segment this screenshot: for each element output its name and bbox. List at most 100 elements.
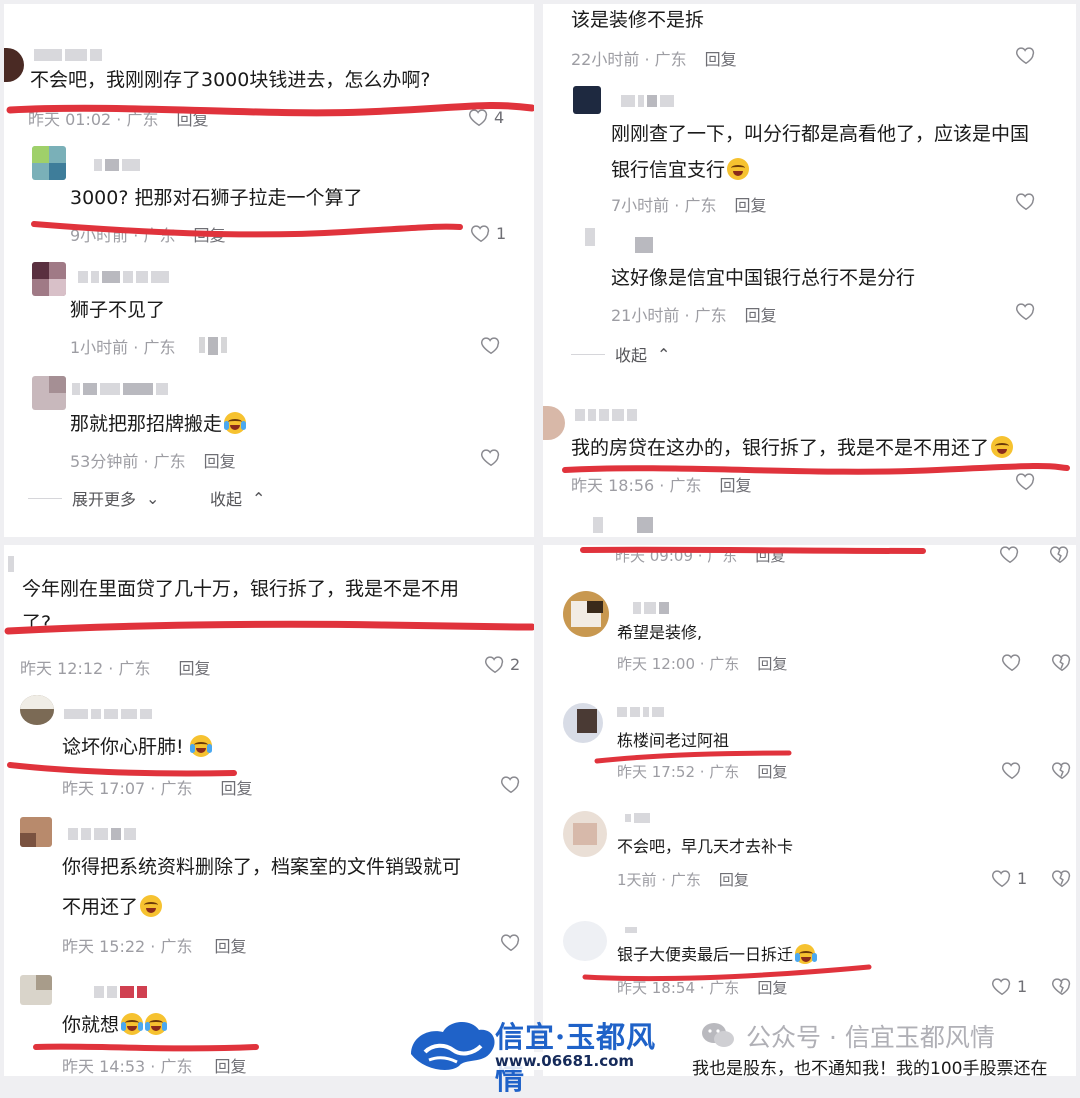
comment-time: 昨天 01:02 · 广东 xyxy=(28,110,159,129)
like-button[interactable]: 1 xyxy=(991,975,1027,997)
reply-button[interactable]: 回复 xyxy=(719,869,749,890)
heart-icon xyxy=(501,934,520,952)
dislike-button[interactable] xyxy=(1051,867,1073,889)
avatar[interactable] xyxy=(32,262,66,296)
avatar[interactable] xyxy=(563,591,609,637)
comment-meta: 昨天 12:12 · 广东 回复 xyxy=(20,655,210,679)
like-button[interactable] xyxy=(1015,190,1037,212)
comment-meta: 7小时前 · 广东 回复 xyxy=(611,192,766,216)
dislike-button[interactable] xyxy=(1049,545,1071,565)
username-blurred[interactable] xyxy=(34,48,102,62)
account-name: 公众号 · 信宜玉都风情 xyxy=(746,1023,995,1052)
like-button[interactable]: 1 xyxy=(991,867,1027,889)
like-button[interactable] xyxy=(1015,470,1037,492)
like-button[interactable] xyxy=(1015,44,1037,66)
like-button[interactable] xyxy=(999,545,1021,565)
dislike-button[interactable] xyxy=(1051,651,1073,673)
comment-meta: 9小时前 · 广东 回复 xyxy=(70,222,225,246)
chevron-up-icon: ⌃ xyxy=(252,488,266,508)
reply-button[interactable]: 回复 xyxy=(220,775,252,799)
comment-panel-2: 该是装修不是拆 22小时前 · 广东 回复 刚刚查了一下，叫分行都是高看他了，应… xyxy=(543,4,1076,537)
username-blurred[interactable] xyxy=(94,985,147,999)
comment-time: 1天前 · 广东 xyxy=(617,871,701,889)
reply-button[interactable]: 回复 xyxy=(745,302,777,326)
comment-text: 3000? 把那对石狮子拉走一个算了 xyxy=(70,187,363,209)
reply-button[interactable]: 回复 xyxy=(214,933,246,957)
reply-button[interactable]: 回复 xyxy=(755,545,785,566)
reply-button[interactable]: 回复 xyxy=(204,448,236,472)
username-blurred[interactable] xyxy=(72,382,168,396)
reply-button[interactable]: 回复 xyxy=(757,653,787,674)
thinking-emoji-icon xyxy=(991,436,1014,458)
reply-button[interactable]: 回复 xyxy=(757,977,787,998)
username-blurred[interactable] xyxy=(8,556,14,572)
username-blurred[interactable] xyxy=(617,705,664,719)
reply-button[interactable]: 回复 xyxy=(214,1053,246,1076)
username-blurred[interactable] xyxy=(68,827,136,841)
chevron-up-icon: ⌃ xyxy=(657,344,671,364)
username-blurred[interactable] xyxy=(635,237,653,253)
reply-button[interactable]: 回复 xyxy=(705,46,737,70)
avatar[interactable] xyxy=(32,146,66,180)
like-button[interactable] xyxy=(500,773,522,795)
reply-button[interactable]: 回复 xyxy=(193,222,225,246)
reply-button[interactable] xyxy=(199,337,228,355)
username-blurred[interactable] xyxy=(78,270,169,284)
username-blurred[interactable] xyxy=(625,811,650,825)
laughing-emoji-icon xyxy=(727,158,750,180)
username-blurred[interactable] xyxy=(633,601,669,615)
avatar[interactable] xyxy=(543,406,565,440)
comment-time: 7小时前 · 广东 xyxy=(611,196,717,215)
avatar[interactable] xyxy=(20,695,54,725)
username-blurred[interactable] xyxy=(94,158,140,172)
dislike-button[interactable] xyxy=(1051,759,1073,781)
username-blurred[interactable] xyxy=(585,228,595,246)
like-button[interactable] xyxy=(480,334,502,356)
collapse-button[interactable]: 收起 ⌃ xyxy=(210,486,265,510)
comment-meta: 1天前 · 广东 回复 xyxy=(617,869,749,890)
divider xyxy=(571,353,605,355)
reply-button[interactable]: 回复 xyxy=(178,655,210,679)
broken-heart-icon xyxy=(1050,546,1069,564)
comment-meta: 昨天 18:56 · 广东 回复 xyxy=(571,472,751,496)
username-blurred[interactable] xyxy=(625,923,637,937)
reply-button[interactable]: 回复 xyxy=(176,106,208,130)
reply-button[interactable]: 回复 xyxy=(719,472,751,496)
username-blurred[interactable] xyxy=(637,517,653,533)
avatar[interactable] xyxy=(32,376,66,410)
like-count: 1 xyxy=(1017,868,1028,888)
avatar[interactable] xyxy=(563,703,603,743)
username-blurred[interactable] xyxy=(64,707,152,721)
comment-time: 昨天 09:09 · 广东 xyxy=(615,547,738,565)
avatar[interactable] xyxy=(573,86,601,114)
like-button[interactable] xyxy=(1015,300,1037,322)
expand-more-button[interactable]: 展开更多 ⌄ xyxy=(28,486,159,510)
like-count: 1 xyxy=(496,223,507,243)
comment-meta: 昨天 01:02 · 广东 回复 xyxy=(28,106,208,130)
logo-url: www.06681.com xyxy=(493,1052,637,1070)
like-button[interactable] xyxy=(500,931,522,953)
like-button[interactable] xyxy=(1001,651,1023,673)
dislike-button[interactable] xyxy=(1051,975,1073,997)
username-blurred[interactable] xyxy=(593,517,603,533)
comment-time: 53分钟前 · 广东 xyxy=(70,452,186,471)
reply-button[interactable]: 回复 xyxy=(734,192,766,216)
avatar[interactable] xyxy=(4,48,24,82)
comment-time: 昨天 15:22 · 广东 xyxy=(62,937,193,956)
like-button[interactable] xyxy=(1001,759,1023,781)
username-blurred[interactable] xyxy=(575,408,637,422)
avatar[interactable] xyxy=(563,811,607,857)
comment-meta: 1小时前 · 广东 xyxy=(70,334,228,358)
like-button[interactable]: 4 xyxy=(468,106,504,128)
username-blurred[interactable] xyxy=(621,94,674,108)
avatar[interactable] xyxy=(20,975,52,1005)
chevron-down-icon: ⌄ xyxy=(146,488,160,508)
avatar[interactable] xyxy=(20,817,52,847)
avatar[interactable] xyxy=(563,921,607,961)
reply-button[interactable]: 回复 xyxy=(757,761,787,782)
like-button[interactable] xyxy=(480,446,502,468)
collapse-button[interactable]: 收起 ⌃ xyxy=(571,342,670,366)
like-button[interactable]: 2 xyxy=(484,653,520,675)
comment-text-content: 你就想 xyxy=(62,1014,120,1036)
like-button[interactable]: 1 xyxy=(470,222,506,244)
